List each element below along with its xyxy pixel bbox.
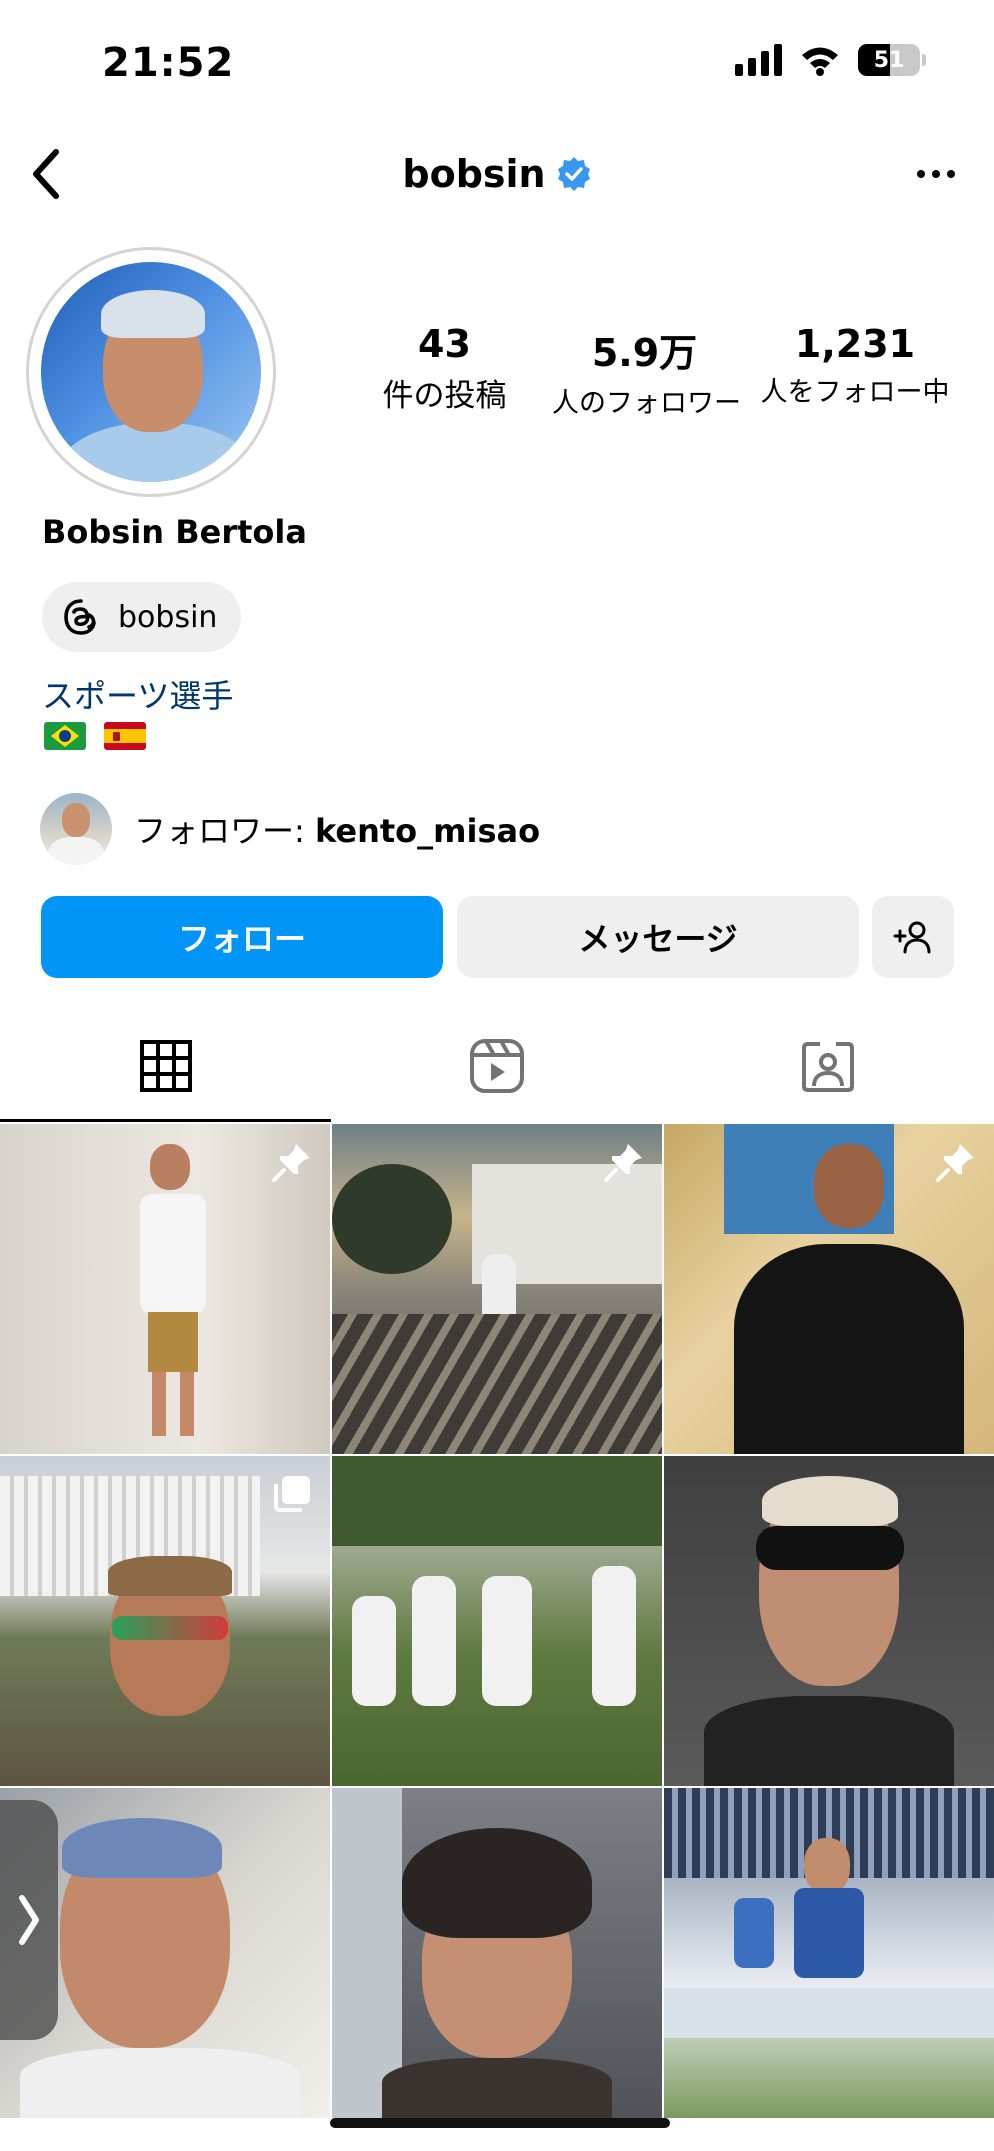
status-icons: 51 [735, 44, 926, 76]
post-thumbnail[interactable] [332, 1788, 662, 2118]
cellular-signal-icon [735, 44, 782, 76]
following-label: 人をフォロー中 [760, 377, 950, 408]
mutual-follower-avatar [40, 793, 112, 865]
following-count: 1,231 [794, 322, 916, 366]
stat-followers[interactable]: 5.9万 人のフォロワー [552, 322, 741, 420]
flag-spain-icon [104, 722, 146, 750]
bio-flags [44, 722, 146, 750]
followed-by[interactable]: フォロワー: kento_misao [40, 792, 540, 866]
posts-label: 件の投稿 [382, 378, 507, 414]
side-panel-handle[interactable] [0, 1800, 58, 2040]
threads-icon [64, 599, 96, 635]
verified-badge-icon [557, 157, 590, 191]
followed-by-username: kento_misao [314, 812, 541, 850]
post-thumbnail[interactable] [664, 1456, 994, 1786]
message-button[interactable]: メッセージ [457, 896, 859, 978]
profile-nav-header: bobsin [0, 130, 994, 220]
suggested-users-button[interactable] [872, 896, 954, 978]
more-options-button[interactable] [908, 152, 964, 196]
profile-avatar-ring[interactable] [26, 247, 276, 497]
post-thumbnail[interactable] [332, 1124, 662, 1454]
carousel-icon [270, 1472, 314, 1516]
followers-label: 人のフォロワー [552, 388, 741, 419]
username-title: bobsin [402, 152, 546, 196]
home-indicator[interactable] [330, 2118, 670, 2128]
posts-count: 43 [418, 322, 471, 366]
post-thumbnail[interactable] [0, 1456, 330, 1786]
status-bar: 21:52 51 [0, 0, 994, 130]
post-thumbnail[interactable] [664, 1124, 994, 1454]
followed-by-prefix: フォロワー: [134, 812, 315, 850]
follow-button[interactable]: フォロー [41, 896, 443, 978]
battery-tip [922, 54, 926, 66]
avatar [41, 262, 261, 482]
stat-following[interactable]: 1,231 人をフォロー中 [760, 322, 950, 409]
tab-posts[interactable] [0, 1010, 331, 1122]
threads-handle: bobsin [118, 599, 218, 635]
battery-icon: 51 [858, 44, 920, 76]
threads-link-button[interactable]: bobsin [42, 582, 242, 652]
nav-title: bobsin [0, 152, 994, 196]
more-horizontal-icon [917, 170, 925, 178]
profile-full-name: Bobsin Bertola [42, 513, 307, 551]
profile-tabs [0, 1010, 994, 1122]
wifi-icon [802, 47, 838, 76]
reels-icon [469, 1039, 524, 1093]
pin-icon [602, 1140, 646, 1184]
pin-icon [270, 1140, 314, 1184]
grid-icon [139, 1040, 192, 1092]
tab-tagged[interactable] [662, 1010, 993, 1122]
post-thumbnail[interactable] [0, 1124, 330, 1454]
followers-count: 5.9万 [591, 331, 698, 375]
battery-level: 51 [873, 47, 905, 73]
tagged-person-icon [801, 1042, 854, 1092]
tab-reels[interactable] [331, 1010, 662, 1122]
post-thumbnail[interactable] [664, 1788, 994, 2118]
stat-posts[interactable]: 43 件の投稿 [362, 322, 527, 415]
posts-grid [0, 1124, 994, 2151]
post-thumbnail[interactable] [332, 1456, 662, 1786]
profile-actions: フォロー メッセージ [41, 896, 954, 978]
active-tab-indicator [0, 1119, 331, 1122]
chevron-right-icon [19, 1895, 39, 1945]
status-time: 21:52 [102, 40, 235, 86]
pin-icon [934, 1140, 978, 1184]
followed-by-text: フォロワー: kento_misao [134, 806, 540, 852]
profile-category[interactable]: スポーツ選手 [42, 671, 233, 717]
add-person-icon [893, 921, 931, 954]
flag-brazil-icon [44, 722, 86, 750]
